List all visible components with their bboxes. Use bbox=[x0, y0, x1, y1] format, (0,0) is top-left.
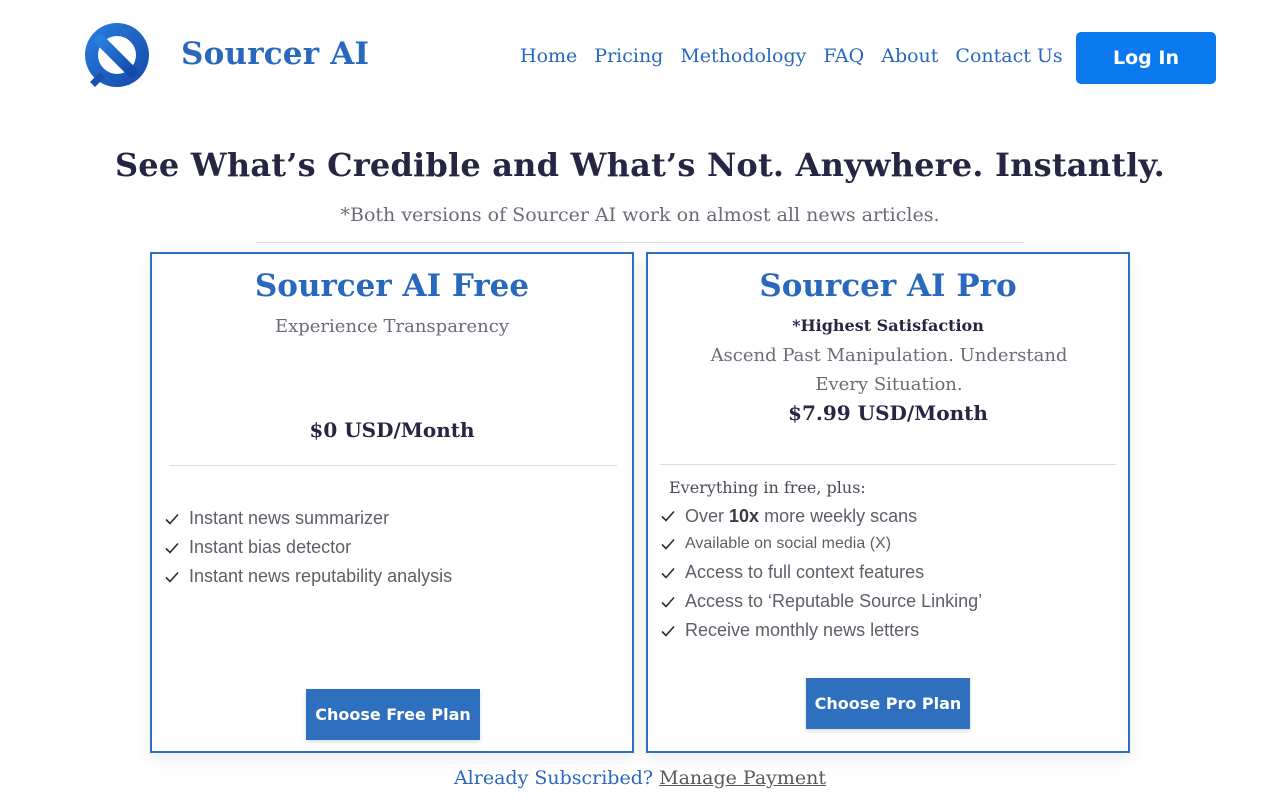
free-plan-title: Sourcer AI Free bbox=[254, 268, 530, 304]
feature-label: Over 10x more weekly scans bbox=[685, 506, 917, 527]
nav-pricing[interactable]: Pricing bbox=[594, 45, 663, 67]
check-icon bbox=[661, 510, 675, 522]
list-item: Receive monthly news letters bbox=[660, 616, 982, 645]
choose-pro-plan-button[interactable]: Choose Pro Plan bbox=[806, 678, 970, 729]
brand-name[interactable]: Sourcer AI bbox=[181, 36, 369, 72]
list-item: Access to full context features bbox=[660, 558, 982, 587]
list-item: Instant news summarizer bbox=[164, 504, 452, 533]
pro-plan-tagline: Ascend Past Manipulation. Understand Eve… bbox=[710, 345, 1068, 395]
nav-home[interactable]: Home bbox=[520, 45, 577, 67]
list-item: Instant bias detector bbox=[164, 533, 452, 562]
nav-contact-us[interactable]: Contact Us bbox=[955, 45, 1062, 67]
divider bbox=[256, 242, 1024, 243]
highest-satisfaction-badge: *Highest Satisfaction bbox=[792, 316, 984, 335]
list-item: Available on social media (X) bbox=[660, 530, 982, 558]
check-icon bbox=[165, 571, 179, 583]
free-plan-price: $0 USD/Month bbox=[309, 418, 475, 442]
check-icon bbox=[165, 513, 179, 525]
page-headline: See What’s Credible and What’s Not. Anyw… bbox=[114, 146, 1165, 184]
feature-label: Access to ‘Reputable Source Linking’ bbox=[685, 591, 983, 611]
main-nav: Home Pricing Methodology FAQ About Conta… bbox=[520, 45, 1063, 67]
free-plan-tagline: Experience Transparency bbox=[274, 316, 510, 337]
login-button[interactable]: Log In bbox=[1076, 32, 1216, 84]
free-plan-features: Instant news summarizer Instant bias det… bbox=[164, 504, 452, 591]
list-item: Access to ‘Reputable Source Linking’ bbox=[660, 587, 982, 616]
feature-label: Instant news reputability analysis bbox=[189, 566, 453, 586]
choose-free-plan-button[interactable]: Choose Free Plan bbox=[306, 689, 480, 740]
feature-label: Access to full context features bbox=[685, 562, 925, 582]
list-item: Over 10x more weekly scans bbox=[660, 502, 982, 530]
feature-suffix: more weekly scans bbox=[764, 505, 918, 526]
pro-plan-title: Sourcer AI Pro bbox=[759, 268, 1017, 304]
pro-plan-card: Sourcer AI Pro *Highest Satisfaction Asc… bbox=[646, 252, 1130, 753]
feature-label: Instant bias detector bbox=[189, 537, 352, 557]
manage-payment-link[interactable]: Manage Payment bbox=[659, 767, 826, 789]
pro-plan-price: $7.99 USD/Month bbox=[788, 401, 988, 425]
feature-label: Instant news summarizer bbox=[189, 508, 390, 528]
feature-highlight: 10x bbox=[729, 505, 760, 526]
nav-about[interactable]: About bbox=[881, 45, 938, 67]
free-plan-card: Sourcer AI Free Experience Transparency … bbox=[150, 252, 634, 753]
nav-methodology[interactable]: Methodology bbox=[680, 45, 806, 67]
check-icon bbox=[661, 567, 675, 579]
nav-faq[interactable]: FAQ bbox=[823, 45, 864, 67]
check-icon bbox=[165, 542, 179, 554]
pro-plan-divider bbox=[660, 464, 1116, 465]
free-plan-divider bbox=[169, 465, 617, 466]
feature-label: Receive monthly news letters bbox=[685, 620, 920, 640]
manage-payment-prompt: Already Subscribed? Manage Payment bbox=[0, 767, 1280, 789]
sourcer-logo-icon[interactable] bbox=[80, 20, 152, 92]
page-subline: *Both versions of Sourcer AI work on alm… bbox=[340, 204, 940, 226]
check-icon bbox=[661, 596, 675, 608]
feature-label: Available on social media (X) bbox=[685, 535, 892, 552]
list-item: Instant news reputability analysis bbox=[164, 562, 452, 591]
check-icon bbox=[661, 538, 675, 550]
already-subscribed-text: Already Subscribed? bbox=[453, 767, 654, 789]
pro-plan-features: Over 10x more weekly scans Available on … bbox=[660, 502, 982, 645]
check-icon bbox=[661, 625, 675, 637]
pro-plan-intro: Everything in free, plus: bbox=[669, 478, 866, 497]
feature-prefix: Over bbox=[685, 505, 725, 526]
